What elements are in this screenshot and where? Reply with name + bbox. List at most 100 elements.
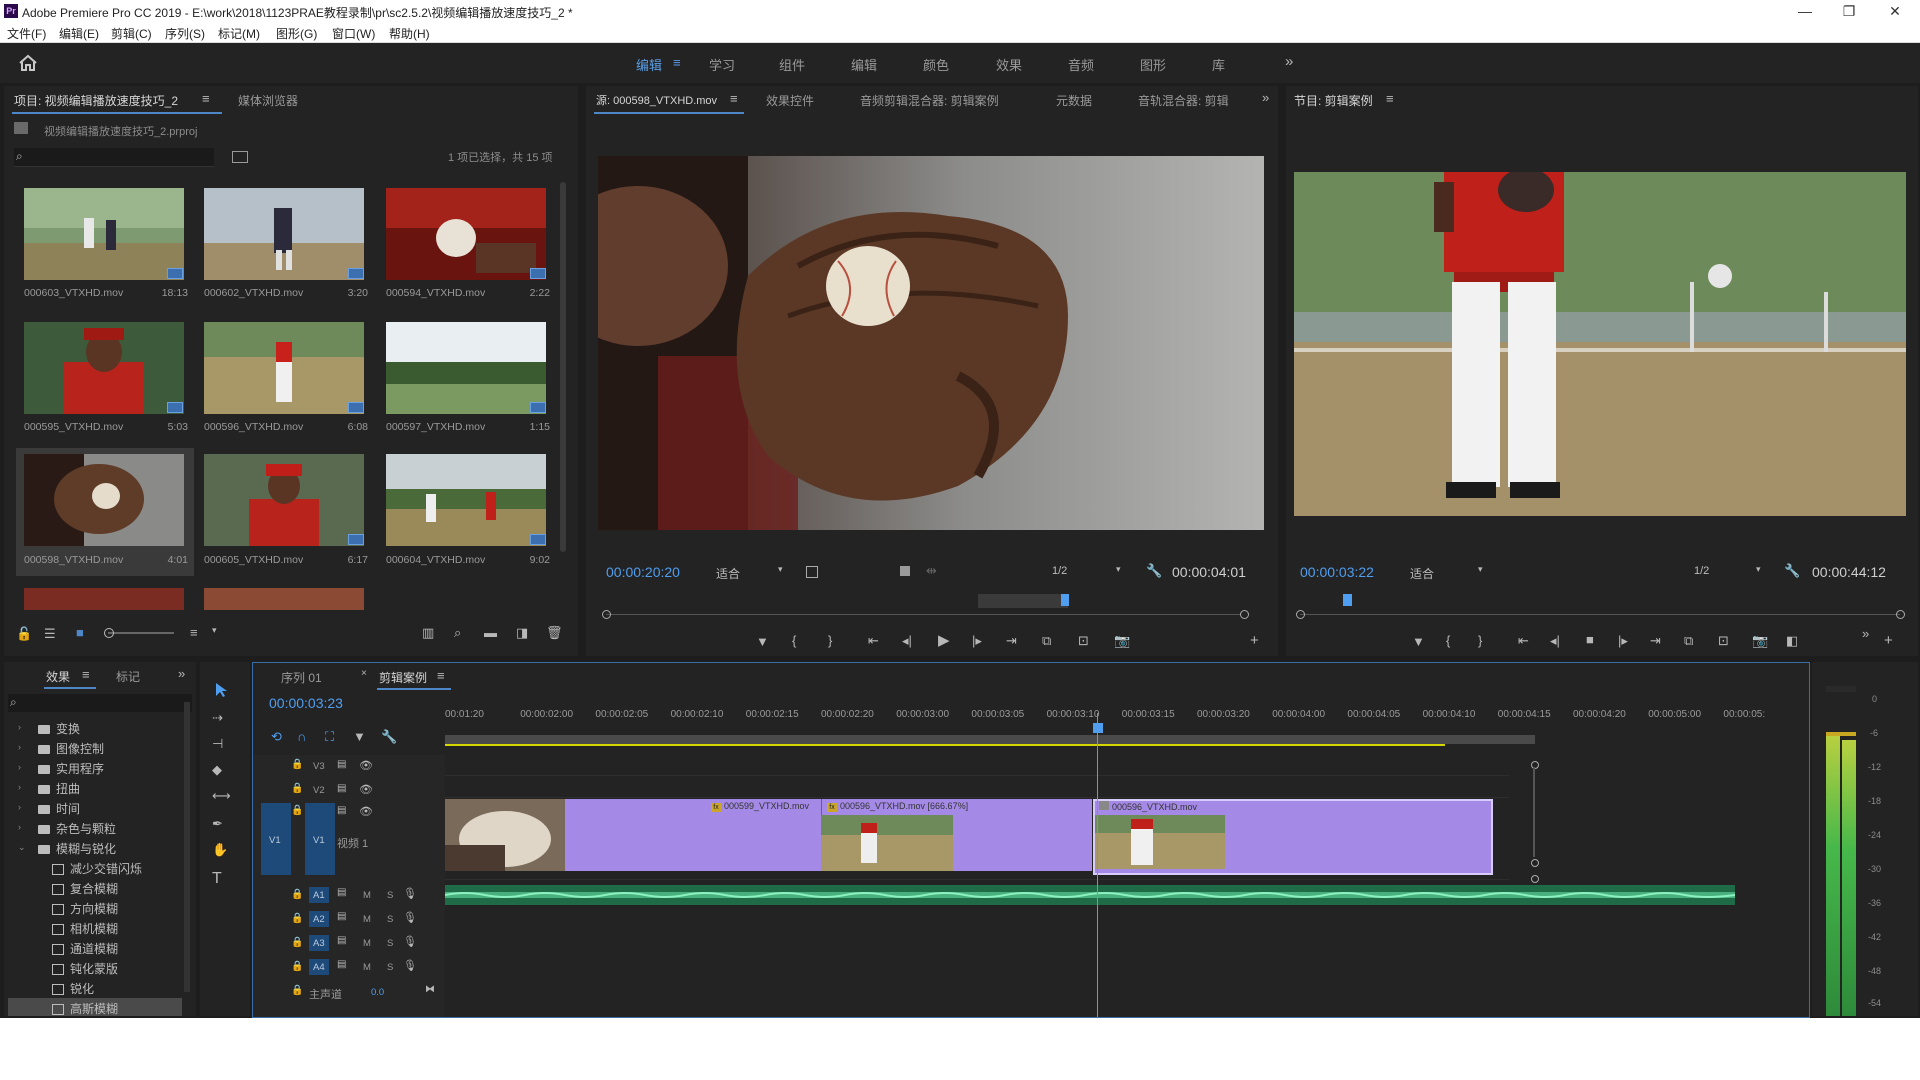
effects-folder-distort[interactable]: 扭曲 (38, 780, 80, 797)
clip-thumbnail-000595[interactable] (24, 322, 184, 414)
add-button-icon[interactable]: + (1884, 632, 1893, 649)
track-label-v2[interactable]: V2 (313, 785, 325, 796)
mark-out-icon[interactable]: } (828, 633, 832, 648)
menu-help[interactable]: 帮助(H) (389, 25, 430, 42)
chevron-right-icon[interactable]: › (18, 762, 21, 772)
sync-lock-icon[interactable]: ▤ (337, 783, 346, 794)
step-back-icon[interactable]: ◂| (1550, 633, 1560, 649)
effects-scrollbar[interactable] (184, 702, 190, 992)
media-browser-tab[interactable]: 媒体浏览器 (238, 92, 298, 109)
lock-icon[interactable]: 🔒 (291, 985, 303, 996)
drag-video-icon[interactable] (900, 566, 910, 576)
sync-lock-icon[interactable]: ▤ (337, 935, 346, 946)
audio-track-mixer-tab[interactable]: 音轨混合器: 剪辑 (1138, 92, 1229, 109)
camera-icon[interactable]: 📷 (1114, 633, 1130, 649)
play-icon[interactable]: ▶ (938, 631, 950, 649)
type-tool-icon[interactable]: T (212, 870, 222, 888)
mute-button[interactable]: M (363, 890, 371, 901)
minimize-button[interactable]: — (1790, 2, 1820, 20)
clip-thumbnail-000598[interactable] (24, 454, 184, 546)
ruler-start-handle[interactable] (602, 610, 611, 619)
audio-clip-a1[interactable] (445, 885, 1735, 905)
workspace-menu-icon[interactable]: ≡ (673, 55, 681, 70)
lock-icon[interactable]: 🔓 (16, 626, 32, 642)
workspace-tab-learning[interactable]: 学习 (709, 55, 735, 74)
master-volume-value[interactable]: 0.0 (371, 987, 384, 998)
scroll-handle[interactable] (1531, 875, 1539, 883)
panel-menu-icon[interactable]: ≡ (437, 668, 445, 683)
effect-item[interactable]: 复合模糊 (52, 880, 118, 897)
go-to-out-icon[interactable]: ⇥ (1006, 633, 1017, 649)
effect-item[interactable]: 相机模糊 (52, 920, 118, 937)
menu-clip[interactable]: 剪辑(C) (111, 25, 152, 42)
solo-button[interactable]: S (387, 938, 393, 949)
effect-item[interactable]: 钝化蒙版 (52, 960, 118, 977)
sequence-tab[interactable]: 序列 01 (281, 669, 322, 686)
ruler-end-handle[interactable] (1240, 610, 1249, 619)
work-area-bar[interactable] (445, 735, 1535, 744)
panel-menu-icon[interactable]: ≡ (82, 667, 90, 682)
lift-icon[interactable]: ⧉ (1684, 633, 1693, 649)
stop-icon[interactable]: ■ (1586, 632, 1594, 647)
linked-selection-icon[interactable]: ⛶ (325, 729, 334, 745)
lock-icon[interactable]: 🔒 (291, 783, 303, 794)
find-icon[interactable]: ⌕ (454, 625, 461, 641)
program-video-frame[interactable] (1294, 172, 1906, 516)
chevron-down-icon[interactable]: ▾ (212, 625, 217, 636)
mark-in-icon[interactable]: { (1446, 633, 1450, 648)
active-sequence-tab[interactable]: 剪辑案例 (379, 669, 427, 686)
go-to-in-icon[interactable]: ⇤ (868, 633, 879, 649)
workspace-tab-assembly[interactable]: 组件 (779, 55, 805, 74)
go-to-in-icon[interactable]: ⇤ (1518, 633, 1529, 649)
home-icon[interactable] (18, 54, 38, 72)
source-video-frame[interactable] (598, 156, 1264, 530)
camera-icon[interactable]: 📷 (1752, 633, 1768, 649)
maximize-button[interactable]: ❐ (1834, 2, 1864, 20)
lock-icon[interactable]: 🔒 (291, 889, 303, 900)
menu-markers[interactable]: 标记(M) (218, 25, 260, 42)
menu-edit[interactable]: 编辑(E) (59, 25, 99, 42)
new-item-icon[interactable]: ◨ (516, 625, 528, 641)
eye-icon[interactable]: 👁 (359, 783, 373, 796)
sync-lock-icon[interactable]: ▤ (337, 887, 346, 898)
clip-thumbnail-000603[interactable] (24, 188, 184, 280)
source-fit-dropdown[interactable]: 适合 (716, 565, 740, 582)
program-tab[interactable]: 节目: 剪辑案例 (1294, 92, 1373, 109)
sync-lock-icon[interactable]: ▤ (337, 911, 346, 922)
pen-tool-icon[interactable]: ✒ (212, 816, 223, 832)
microphone-icon[interactable]: 🎙 (403, 959, 417, 972)
wrench-icon[interactable]: 🔧 (1784, 563, 1800, 579)
menu-graphics[interactable]: 图形(G) (276, 25, 317, 42)
workspace-overflow-icon[interactable]: » (1285, 53, 1293, 70)
step-back-icon[interactable]: ◂| (902, 633, 912, 649)
mark-out-icon[interactable]: } (1478, 633, 1482, 648)
chevron-down-icon[interactable]: ▾ (1478, 564, 1483, 575)
overflow-icon[interactable]: » (178, 666, 185, 681)
chevron-down-icon[interactable]: ▾ (1116, 564, 1121, 575)
effects-folder-time[interactable]: 时间 (38, 800, 80, 817)
program-resolution-dropdown[interactable]: 1/2 (1694, 565, 1709, 577)
source-playhead-timecode[interactable]: 00:00:20:20 (606, 564, 680, 580)
nest-sequence-icon[interactable]: ⟲ (271, 729, 282, 745)
effects-tab[interactable]: 效果 (46, 668, 70, 685)
chevron-right-icon[interactable]: › (18, 742, 21, 752)
mute-button[interactable]: M (363, 962, 371, 973)
extract-icon[interactable]: ⊡ (1718, 633, 1729, 649)
project-scrollbar[interactable] (560, 182, 566, 552)
chevron-right-icon[interactable]: › (18, 722, 21, 732)
overwrite-icon[interactable]: ⊡ (1078, 633, 1089, 649)
program-fit-dropdown[interactable]: 适合 (1410, 565, 1434, 582)
chevron-down-icon[interactable]: ⌄ (18, 842, 26, 853)
source-resolution-dropdown[interactable]: 1/2 (1052, 565, 1067, 577)
eye-icon[interactable]: 👁 (359, 805, 373, 818)
microphone-icon[interactable]: 🎙 (403, 935, 417, 948)
overflow-icon[interactable]: » (1862, 626, 1869, 641)
lock-icon[interactable]: 🔒 (291, 913, 303, 924)
timeline-ruler[interactable]: 00:01:20 00:00:02:00 00:00:02:05 00:00:02:1… (253, 705, 1809, 725)
solo-button[interactable]: S (387, 914, 393, 925)
add-button-icon[interactable]: + (1250, 632, 1259, 649)
effect-controls-tab[interactable]: 效果控件 (766, 92, 814, 109)
razor-tool-icon[interactable]: ◆ (212, 762, 222, 778)
solo-button[interactable]: S (387, 890, 393, 901)
add-marker-icon[interactable]: ▼ (756, 634, 769, 649)
